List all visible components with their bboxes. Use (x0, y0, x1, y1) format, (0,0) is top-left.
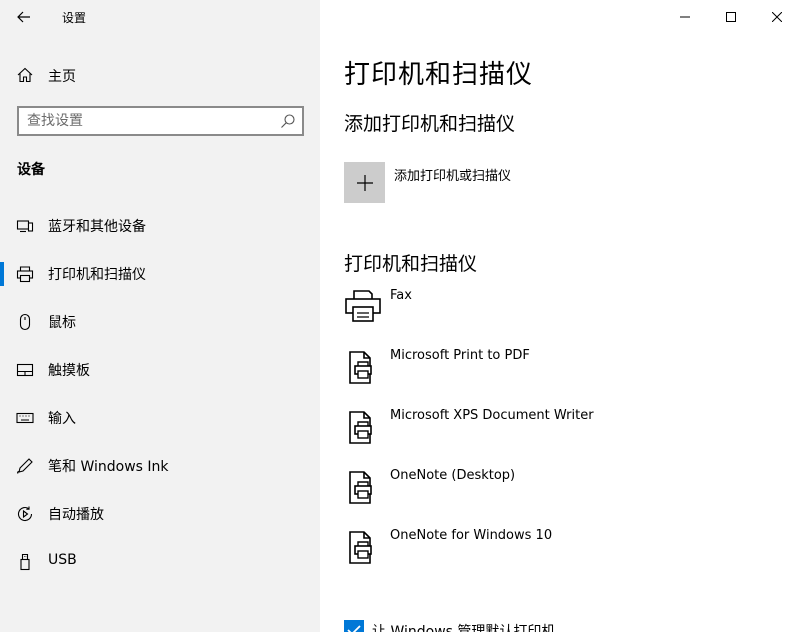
printer-name: OneNote (Desktop) (390, 468, 516, 483)
sidebar-nav: 蓝牙和其他设备 打印机和扫描仪 鼠标 触摸板 输入 笔和 Windows Ink… (0, 208, 320, 592)
search-icon[interactable] (280, 113, 296, 129)
default-printer-label: 让 Windows 管理默认打印机 (372, 624, 556, 632)
document-printer-icon (349, 531, 372, 564)
add-section-title: 添加打印机和扫描仪 (344, 113, 516, 135)
document-printer-icon (349, 471, 372, 504)
printer-item-fax[interactable]: Fax (344, 284, 784, 344)
minimize-icon (680, 16, 690, 18)
sidebar-item-autoplay[interactable]: 自动播放 (0, 496, 320, 544)
default-printer-setting[interactable]: 让 Windows 管理默认打印机 (344, 620, 784, 632)
close-icon (772, 12, 782, 22)
add-printer-label: 添加打印机或扫描仪 (394, 169, 512, 184)
usb-icon (15, 552, 35, 572)
touchpad-icon (15, 360, 35, 380)
printer-item-onenote-desktop[interactable]: OneNote (Desktop) (344, 464, 784, 524)
printer-name: Microsoft Print to PDF (390, 348, 530, 363)
printers-section-title: 打印机和扫描仪 (344, 253, 478, 275)
home-label: 主页 (48, 69, 76, 85)
sidebar-item-touchpad[interactable]: 触摸板 (0, 352, 320, 400)
plus-icon (356, 174, 373, 191)
sidebar-item-label: 鼠标 (48, 315, 76, 331)
printer-name: OneNote for Windows 10 (390, 528, 553, 543)
printer-name: Fax (390, 288, 412, 303)
sidebar-item-label: USB (48, 552, 77, 568)
pen-icon (15, 456, 35, 476)
printer-item-xps[interactable]: Microsoft XPS Document Writer (344, 404, 784, 464)
sidebar-item-label: 打印机和扫描仪 (48, 267, 146, 283)
document-printer-icon (349, 411, 372, 444)
default-printer-checkbox[interactable] (344, 620, 364, 632)
home-icon (17, 67, 33, 83)
app-title: 设置 (62, 11, 87, 25)
sidebar-item-label: 蓝牙和其他设备 (48, 219, 146, 235)
main-content: 打印机和扫描仪 添加打印机和扫描仪 添加打印机或扫描仪 打印机和扫描仪 Fax (320, 0, 800, 632)
search-input[interactable] (27, 111, 267, 131)
sidebar: 设置 主页 设备 蓝牙和其他设备 (0, 0, 320, 632)
sidebar-item-mouse[interactable]: 鼠标 (0, 304, 320, 352)
close-button[interactable] (754, 0, 800, 34)
mouse-icon (15, 312, 35, 332)
back-button[interactable] (12, 6, 36, 28)
back-arrow-icon (17, 11, 30, 23)
bluetooth-devices-icon (15, 216, 35, 236)
search-box[interactable] (17, 106, 304, 136)
section-label-devices: 设备 (17, 162, 45, 178)
autoplay-icon (15, 504, 35, 524)
page-title: 打印机和扫描仪 (344, 60, 534, 90)
sidebar-item-printers[interactable]: 打印机和扫描仪 (0, 256, 320, 304)
sidebar-item-label: 自动播放 (48, 507, 104, 523)
active-indicator (0, 262, 4, 286)
printer-icon (15, 264, 35, 284)
fax-printer-icon (345, 290, 381, 322)
document-printer-icon (349, 351, 372, 384)
window-controls (662, 0, 800, 34)
sidebar-item-pen[interactable]: 笔和 Windows Ink (0, 448, 320, 496)
sidebar-item-bluetooth[interactable]: 蓝牙和其他设备 (0, 208, 320, 256)
sidebar-item-usb[interactable]: USB (0, 544, 320, 592)
maximize-button[interactable] (708, 0, 754, 34)
sidebar-item-typing[interactable]: 输入 (0, 400, 320, 448)
add-printer-tile[interactable] (344, 162, 385, 203)
sidebar-item-label: 触摸板 (48, 363, 90, 379)
printer-name: Microsoft XPS Document Writer (390, 408, 594, 423)
sidebar-item-label: 输入 (48, 411, 76, 427)
keyboard-icon (15, 408, 35, 428)
titlebar-left: 设置 (0, 0, 320, 34)
printer-list: Fax Microsoft Print to PDF Microsoft XPS (344, 284, 784, 584)
printer-item-onenote-win10[interactable]: OneNote for Windows 10 (344, 524, 784, 584)
checkmark-icon (347, 625, 361, 632)
home-nav-item[interactable]: 主页 (0, 58, 320, 90)
printer-item-pdf[interactable]: Microsoft Print to PDF (344, 344, 784, 404)
maximize-icon (726, 12, 736, 22)
add-printer-button[interactable]: 添加打印机或扫描仪 (344, 162, 744, 204)
sidebar-item-label: 笔和 Windows Ink (48, 459, 169, 475)
minimize-button[interactable] (662, 0, 708, 34)
